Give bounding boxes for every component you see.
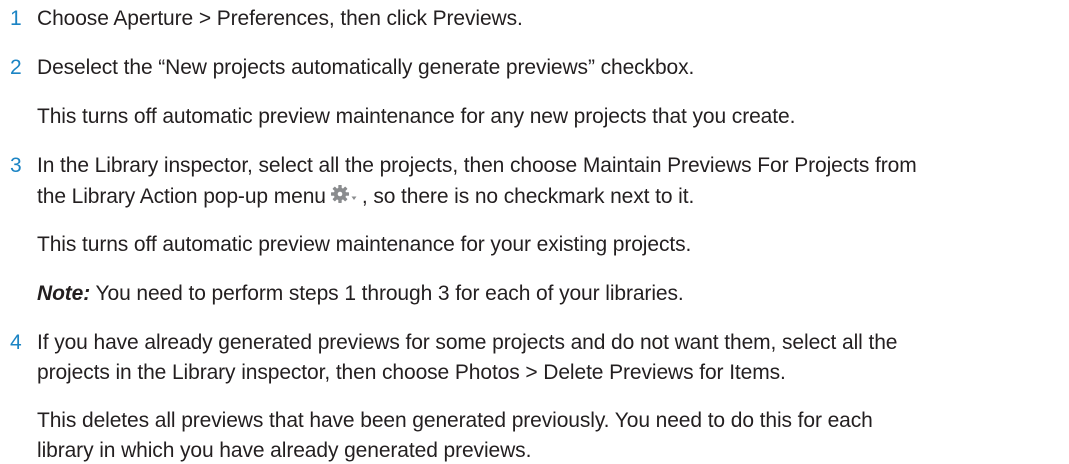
step-text: If you have already generated previews f… [37,331,898,354]
step-followup: This turns off automatic preview mainten… [37,105,796,128]
step-text-continued: the Library Action pop-up menu , so ther… [37,184,694,210]
gear-popup-icon [330,184,360,206]
step-text-part: the Library Action pop-up menu [37,185,326,208]
step-number: 4 [10,331,22,354]
step-text: In the Library inspector, select all the… [37,154,917,177]
step-followup: This turns off automatic preview mainten… [37,233,692,256]
step-number: 2 [10,56,22,79]
step-text-continued: projects in the Library inspector, then … [37,361,786,384]
step-text: Choose Aperture > Preferences, then clic… [37,7,523,30]
step-followup: This deletes all previews that have been… [37,409,873,432]
note-label: Note: [37,282,91,305]
step-number: 3 [10,154,22,177]
step-number: 1 [10,7,22,30]
step-note: Note: You need to perform steps 1 throug… [37,281,684,307]
note-text: You need to perform steps 1 through 3 fo… [95,282,684,305]
step-text: Deselect the “New projects automatically… [37,56,695,79]
step-followup-continued: library in which you have already genera… [37,439,532,462]
step-text-part: , so there is no checkmark next to it. [361,185,695,208]
